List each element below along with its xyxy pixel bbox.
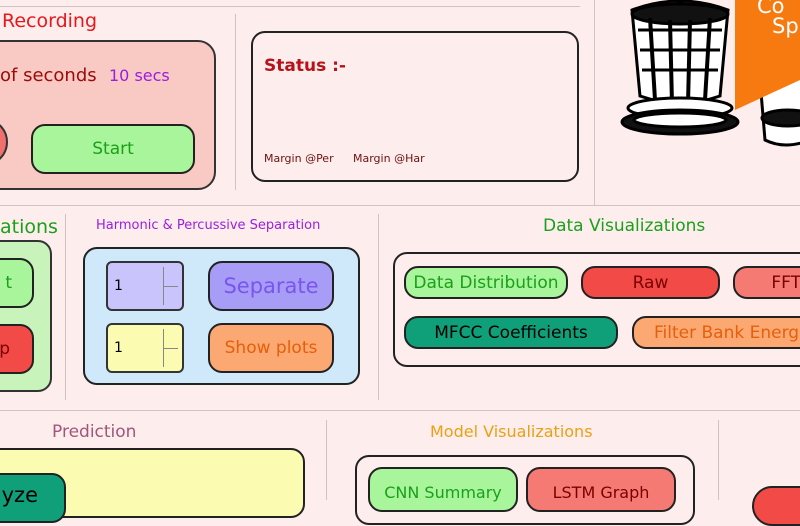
divider-vertical-3 — [65, 214, 66, 400]
hps-title: Harmonic & Percussive Separation — [96, 218, 321, 233]
dataviz-title: Data Visualizations — [543, 216, 706, 236]
divider-vertical-4 — [378, 214, 379, 400]
margin-per-label: Margin @Per — [264, 152, 334, 165]
divider-horizontal-2 — [0, 205, 800, 206]
analysis-green-button[interactable]: t — [0, 258, 34, 308]
analyze-button[interactable]: yze — [0, 473, 66, 523]
margin-har-label: Margin @Har — [353, 152, 425, 165]
analysis-red-button[interactable]: p — [0, 324, 34, 374]
hps-spinbox-1-value: 1 — [114, 278, 123, 294]
status-title: Status :- — [264, 56, 346, 76]
recording-title: Recording — [2, 10, 98, 32]
fft-button[interactable]: FFT — [733, 266, 800, 299]
hps-spinbox-2-value: 1 — [114, 340, 123, 356]
divider-vertical-5 — [326, 420, 327, 500]
spinbox-arrows-icon[interactable] — [163, 329, 178, 367]
seconds-value: 10 secs — [109, 66, 170, 85]
data-distribution-button[interactable]: Data Distribution — [404, 266, 568, 299]
divider-vertical-1 — [235, 14, 236, 190]
divider-horizontal-3 — [0, 410, 800, 411]
analysis-title: ations — [0, 216, 58, 238]
prediction-title: Prediction — [52, 422, 137, 442]
divider-vertical-6 — [718, 420, 719, 500]
bottom-right-red-button[interactable] — [752, 486, 800, 526]
lstm-graph-button[interactable]: LSTM Graph — [526, 467, 676, 512]
start-button[interactable]: Start — [31, 124, 195, 174]
cnn-summary-button[interactable]: CNN Summary — [368, 467, 518, 512]
mfcc-coefficients-button[interactable]: MFCC Coefficients — [404, 316, 618, 349]
filter-bank-energies-button[interactable]: Filter Bank Energ — [632, 316, 800, 349]
divider-horizontal-1 — [0, 6, 580, 7]
spinbox-arrows-icon[interactable] — [163, 267, 178, 305]
show-plots-button[interactable]: Show plots — [208, 323, 334, 373]
divider-vertical-2 — [594, 0, 595, 205]
banner-text-line2: Sp — [772, 14, 799, 38]
hps-spinbox-2[interactable]: 1 — [106, 323, 184, 373]
separate-button[interactable]: Separate — [208, 261, 334, 311]
model-viz-title: Model Visualizations — [430, 422, 593, 441]
raw-button[interactable]: Raw — [581, 266, 720, 299]
seconds-label: of seconds — [0, 65, 97, 86]
hps-spinbox-1[interactable]: 1 — [106, 261, 184, 311]
